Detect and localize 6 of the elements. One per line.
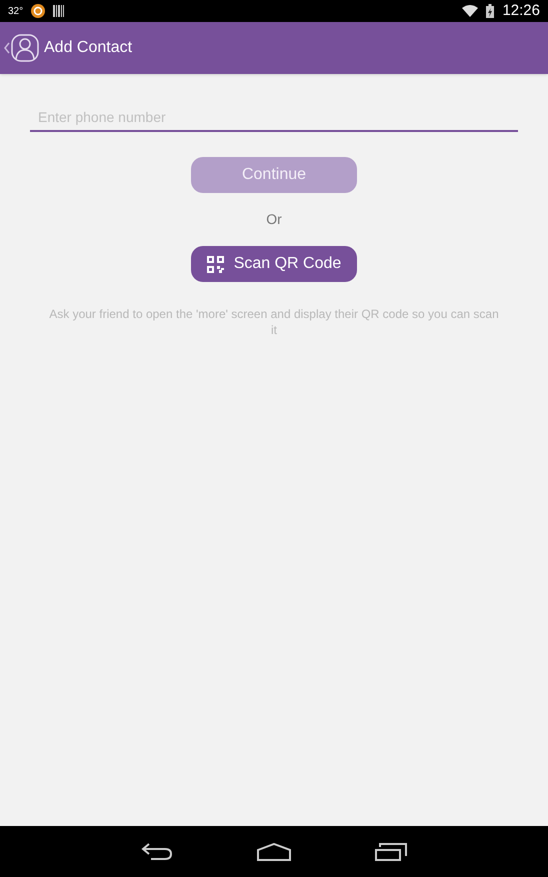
clock-text: 12:26 (502, 0, 540, 21)
or-text: Or (266, 210, 282, 229)
scan-qr-button[interactable]: Scan QR Code (191, 246, 357, 282)
temperature-text: 32° (8, 4, 24, 18)
screen-title: Add Contact (44, 38, 132, 58)
instruction-text: Ask your friend to open the 'more' screen and display their QR code so you can scan it (48, 306, 500, 338)
